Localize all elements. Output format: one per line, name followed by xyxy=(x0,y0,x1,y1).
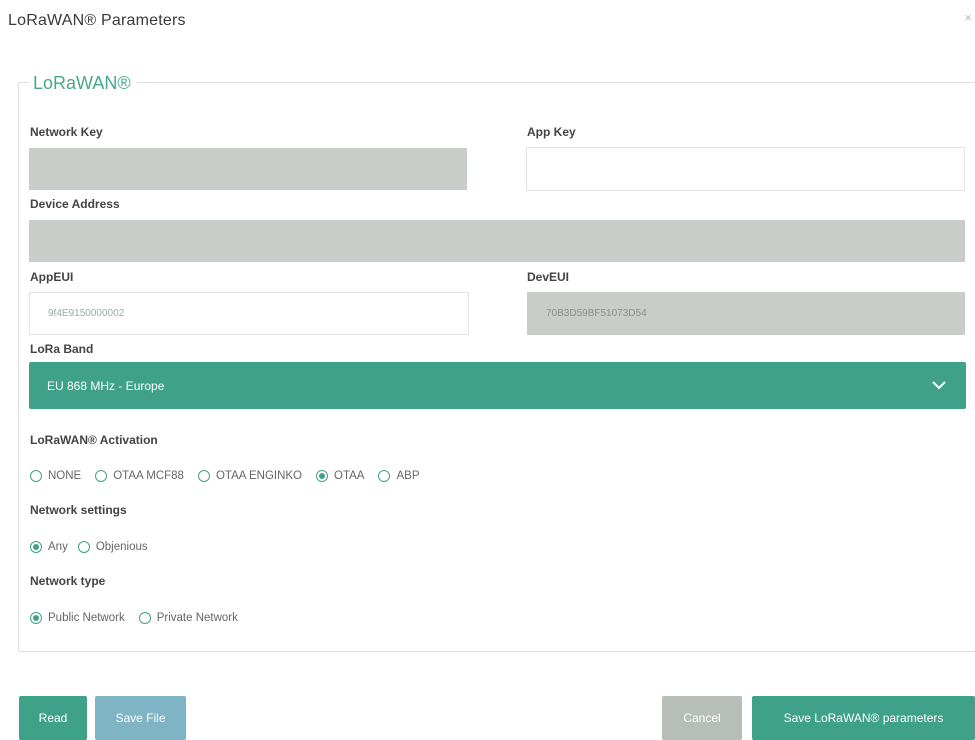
lora-band-value: EU 868 MHz - Europe xyxy=(47,378,165,393)
group-legend: LoRaWAN® xyxy=(29,73,137,94)
radio-checked-icon xyxy=(30,541,42,553)
radio-icon xyxy=(30,470,42,482)
network-key-field[interactable] xyxy=(29,148,467,190)
network-type-label: Network type xyxy=(30,574,106,588)
network-settings-radio-group: Any Objenious xyxy=(30,541,162,553)
network-key-label: Network Key xyxy=(30,125,103,139)
radio-icon xyxy=(378,470,391,482)
radio-icon xyxy=(95,470,108,482)
network-settings-label: Network settings xyxy=(30,503,127,517)
dev-eui-label: DevEUI xyxy=(527,270,570,284)
radio-checked-icon xyxy=(30,612,42,624)
app-key-field[interactable] xyxy=(526,147,965,191)
activation-option-abp[interactable]: ABP xyxy=(378,470,420,482)
dev-eui-field[interactable]: 70B3D59BF51073D54 xyxy=(527,292,965,335)
network-type-option-private[interactable]: Private Network xyxy=(138,612,238,624)
radio-checked-icon xyxy=(316,470,329,482)
radio-icon xyxy=(138,612,151,624)
device-address-field[interactable] xyxy=(29,220,965,262)
radio-label: ABP xyxy=(396,470,420,482)
activation-option-otaa[interactable]: OTAA xyxy=(316,470,364,482)
network-settings-option-any[interactable]: Any xyxy=(30,541,68,553)
activation-option-otaa-mcf88[interactable]: OTAA MCF88 xyxy=(95,470,184,482)
network-type-option-public[interactable]: Public Network xyxy=(30,612,125,624)
radio-label: Public Network xyxy=(48,612,125,624)
close-icon[interactable]: × xyxy=(961,10,975,26)
network-settings-option-objenious[interactable]: Objenious xyxy=(77,541,148,553)
radio-label: OTAA MCF88 xyxy=(113,470,184,482)
lora-band-label: LoRa Band xyxy=(30,342,94,356)
cancel-button[interactable]: Cancel xyxy=(662,696,742,740)
save-file-button[interactable]: Save File xyxy=(95,696,186,740)
save-lorawan-parameters-button[interactable]: Save LoRaWAN® parameters xyxy=(752,696,975,740)
radio-icon xyxy=(197,470,210,482)
app-key-label: App Key xyxy=(527,125,576,139)
activation-label: LoRaWAN® Activation xyxy=(30,433,158,447)
activation-option-otaa-enginko[interactable]: OTAA ENGINKO xyxy=(197,470,303,482)
radio-label: NONE xyxy=(48,470,82,482)
radio-label: Private Network xyxy=(156,612,238,624)
radio-label: OTAA ENGINKO xyxy=(215,470,303,482)
radio-label: OTAA xyxy=(334,470,365,482)
radio-icon xyxy=(77,541,90,553)
radio-label: Any xyxy=(48,541,68,553)
network-type-radio-group: Public Network Private Network xyxy=(30,612,252,624)
lora-band-select[interactable]: EU 868 MHz - Europe xyxy=(29,362,966,409)
dialog-title: LoRaWAN® Parameters xyxy=(8,12,186,29)
activation-radio-group: NONE OTAA MCF88 OTAA ENGINKO OTAA ABP xyxy=(30,470,434,482)
chevron-down-icon xyxy=(932,381,946,390)
activation-option-none[interactable]: NONE xyxy=(30,470,81,482)
radio-label: Objenious xyxy=(95,541,148,553)
app-eui-label: AppEUI xyxy=(30,270,74,284)
device-address-label: Device Address xyxy=(30,197,120,211)
app-eui-field[interactable]: 9f4E9150000002 xyxy=(29,292,469,335)
read-button[interactable]: Read xyxy=(19,696,87,740)
